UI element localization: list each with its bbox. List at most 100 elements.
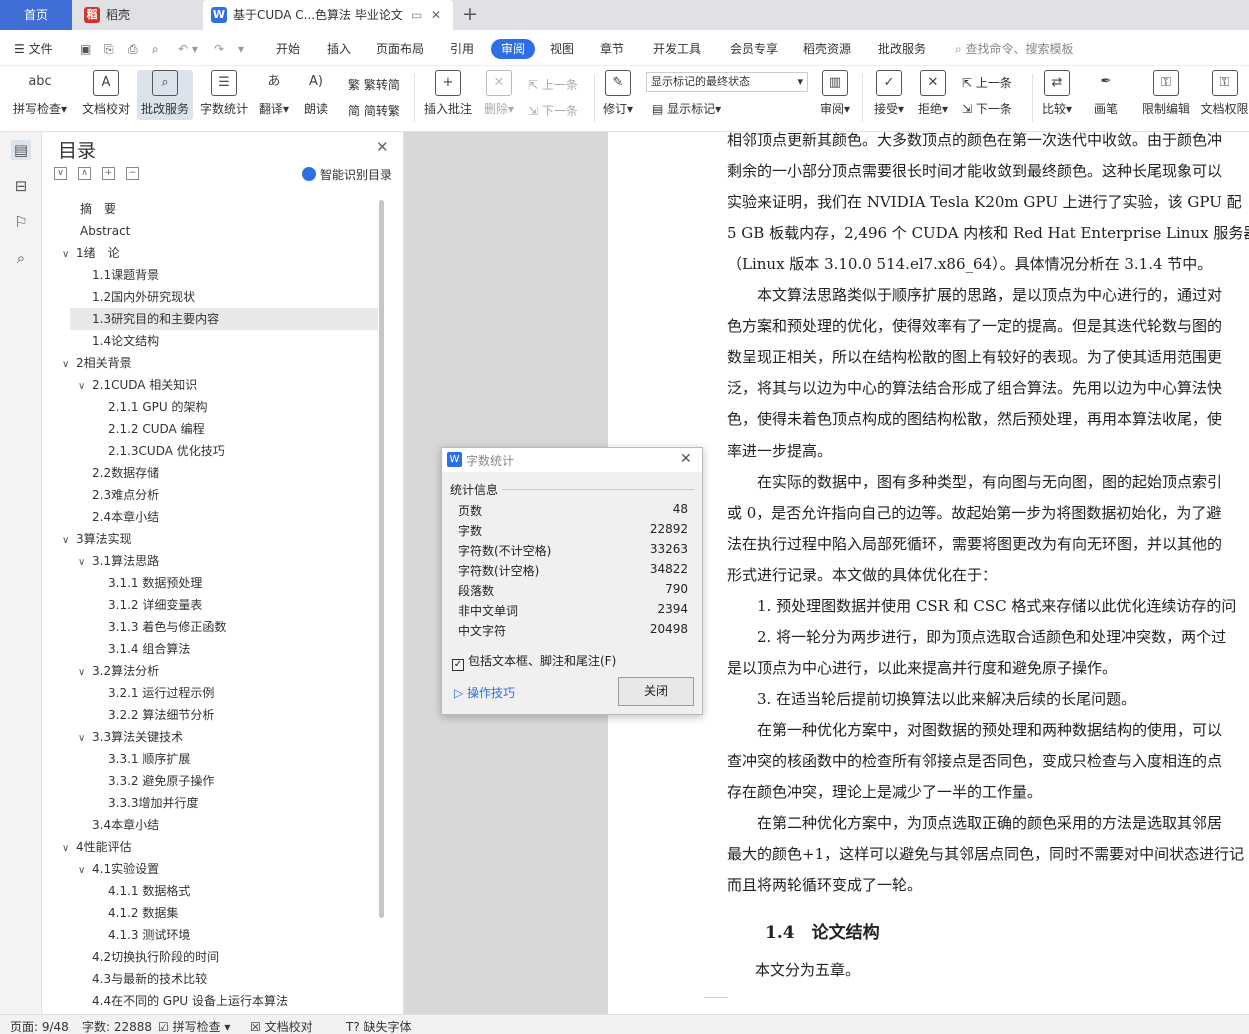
collapse-all-icon[interactable]: ∨ bbox=[54, 167, 67, 180]
chevron-down-icon[interactable]: ∨ bbox=[78, 552, 92, 574]
toc-item[interactable]: ∨ 4性能评估 bbox=[62, 836, 132, 858]
redo-icon[interactable]: ↷ bbox=[214, 39, 224, 59]
chevron-down-icon[interactable]: ∨ bbox=[78, 376, 92, 398]
export-pdf-icon[interactable]: ⎘ bbox=[104, 39, 114, 59]
toc-item[interactable]: 3.3.2 避免原子操作 bbox=[94, 770, 214, 792]
reject-button[interactable]: ✕ 拒绝▾ bbox=[914, 70, 952, 117]
toc-item[interactable]: 3.1.4 组合算法 bbox=[94, 638, 190, 660]
print-icon[interactable]: ⎙ bbox=[128, 39, 138, 59]
tab-document[interactable]: W 基于CUDA C...色算法 毕业论文 ▭ ✕ bbox=[203, 0, 453, 30]
word-count-indicator[interactable]: 字数: 22888 bbox=[82, 1018, 152, 1034]
toc-item[interactable]: 摘 要 bbox=[62, 198, 116, 220]
review-pane-button[interactable]: ▥ 审阅▾ bbox=[816, 70, 854, 117]
menu-insert[interactable]: 插入 bbox=[327, 39, 351, 59]
menu-chapter[interactable]: 章节 bbox=[600, 39, 624, 59]
toc-item[interactable]: 3.2.2 算法细节分析 bbox=[94, 704, 214, 726]
prev-comment-button[interactable]: ⇱ 上一条 bbox=[528, 76, 578, 93]
trad-to-simp-button[interactable]: 繁 繁转简 bbox=[348, 76, 400, 93]
include-textbox-checkbox[interactable]: ✓ 包括文本框、脚注和尾注(F) bbox=[452, 652, 616, 671]
toc-item[interactable]: 3.2.1 运行过程示例 bbox=[94, 682, 214, 704]
toc-item[interactable]: 2.4本章小结 bbox=[78, 506, 159, 528]
toc-item[interactable]: 3.1.3 着色与修正函数 bbox=[94, 616, 226, 638]
wordcount-button[interactable]: ☰ 字数统计 bbox=[198, 70, 250, 117]
menu-devtools[interactable]: 开发工具 bbox=[653, 39, 701, 59]
menu-correction[interactable]: 批改服务 bbox=[878, 39, 926, 59]
toc-scrollbar[interactable] bbox=[379, 200, 384, 918]
toc-item[interactable]: Abstract bbox=[62, 220, 130, 242]
chevron-down-icon[interactable]: ∨ bbox=[78, 860, 92, 882]
print-preview-icon[interactable]: ⌕ bbox=[152, 39, 159, 59]
delete-comment-button[interactable]: ✕ 删除▾ bbox=[480, 70, 518, 117]
bookmark-icon[interactable]: ⚐ bbox=[11, 212, 31, 232]
toc-item[interactable]: 3.3.3增加并行度 bbox=[94, 792, 199, 814]
toc-item[interactable]: ∨ 3.3算法关键技术 bbox=[78, 726, 183, 748]
markup-state-select[interactable]: 显示标记的最终状态 ▾ bbox=[646, 72, 808, 92]
toc-item[interactable]: ∨ 3.2算法分析 bbox=[78, 660, 159, 682]
pen-button[interactable]: ✒ 画笔 bbox=[1088, 70, 1124, 117]
chapter-nav-icon[interactable]: ⊟ bbox=[11, 176, 31, 196]
close-tab-icon[interactable]: ✕ bbox=[431, 0, 441, 30]
toc-item[interactable]: 4.1.1 数据格式 bbox=[94, 880, 190, 902]
close-icon[interactable]: ✕ bbox=[680, 451, 692, 467]
menu-reference[interactable]: 引用 bbox=[450, 39, 474, 59]
menu-member[interactable]: 会员专享 bbox=[730, 39, 778, 59]
toc-item[interactable]: 3.3.1 顺序扩展 bbox=[94, 748, 190, 770]
correction-service-button[interactable]: ⌕ 批改服务 bbox=[137, 70, 193, 120]
track-changes-button[interactable]: ✎ 修订▾ bbox=[600, 70, 636, 117]
save-icon[interactable]: ▣ bbox=[80, 39, 91, 59]
menu-daoke-resources[interactable]: 稻壳资源 bbox=[803, 39, 851, 59]
close-button[interactable]: 关闭 bbox=[618, 677, 694, 706]
chevron-down-icon[interactable]: ∨ bbox=[62, 838, 76, 860]
insert-comment-button[interactable]: + 插入批注 bbox=[422, 70, 474, 117]
menu-review[interactable]: 审阅 bbox=[491, 39, 536, 59]
monitor-icon[interactable]: ▭ bbox=[411, 0, 422, 30]
search-icon[interactable]: ⌕ bbox=[11, 248, 31, 268]
toc-item[interactable]: 1.1课题背景 bbox=[78, 264, 159, 286]
status-spellcheck[interactable]: ☑ 拼写检查 ▾ bbox=[158, 1018, 230, 1034]
next-comment-button[interactable]: ⇲ 下一条 bbox=[528, 102, 578, 119]
undo-icon[interactable]: ↶ ▾ bbox=[178, 39, 198, 59]
close-icon[interactable]: ✕ bbox=[376, 138, 389, 156]
chevron-down-icon[interactable]: ∨ bbox=[62, 530, 76, 552]
toc-item[interactable]: ∨ 4.1实验设置 bbox=[78, 858, 159, 880]
restrict-edit-button[interactable]: ⚿ 限制编辑 bbox=[1140, 70, 1192, 117]
menu-layout[interactable]: 页面布局 bbox=[376, 39, 424, 59]
menu-view[interactable]: 视图 bbox=[550, 39, 574, 59]
chevron-down-icon[interactable]: ∨ bbox=[78, 728, 92, 750]
next-change-button[interactable]: ⇲ 下一条 bbox=[962, 100, 1012, 117]
toc-item[interactable]: 4.2切换执行阶段的时间 bbox=[78, 946, 219, 968]
chevron-down-icon[interactable]: ∨ bbox=[62, 354, 76, 376]
toc-item[interactable]: 2.3难点分析 bbox=[78, 484, 159, 506]
read-aloud-button[interactable]: A) 朗读 bbox=[298, 70, 334, 117]
toc-item[interactable]: ∨ 3算法实现 bbox=[62, 528, 132, 550]
doc-permission-button[interactable]: ⚿ 文档权限 bbox=[1200, 70, 1249, 117]
status-doccheck[interactable]: ☒ 文档校对 bbox=[250, 1018, 313, 1034]
toc-item[interactable]: 2.1.1 GPU 的架构 bbox=[94, 396, 207, 418]
toc-item[interactable]: 3.1.2 详细变量表 bbox=[94, 594, 202, 616]
remove-heading-icon[interactable]: − bbox=[126, 167, 139, 180]
tab-home[interactable]: 首页 bbox=[0, 0, 72, 30]
spellcheck-button[interactable]: abc 拼写检查▾ bbox=[8, 70, 72, 117]
tips-link[interactable]: ▷ 操作技巧 bbox=[454, 684, 515, 701]
new-tab-button[interactable]: + bbox=[462, 3, 478, 25]
toc-item[interactable]: 2.1.3CUDA 优化技巧 bbox=[94, 440, 225, 462]
toc-item[interactable]: ∨ 2相关背景 bbox=[62, 352, 132, 374]
toc-item[interactable]: 2.1.2 CUDA 编程 bbox=[94, 418, 205, 440]
accept-button[interactable]: ✓ 接受▾ bbox=[870, 70, 908, 117]
status-missing-font[interactable]: T? 缺失字体 bbox=[346, 1018, 412, 1034]
toc-item[interactable]: 3.1.1 数据预处理 bbox=[94, 572, 202, 594]
toc-item[interactable]: ∨ 1绪 论 bbox=[62, 242, 120, 264]
chevron-down-icon[interactable]: ∨ bbox=[62, 244, 76, 266]
toc-item[interactable]: 1.4论文结构 bbox=[78, 330, 159, 352]
toc-item[interactable]: 4.3与最新的技术比较 bbox=[78, 968, 207, 990]
toc-item[interactable]: 4.4在不同的 GPU 设备上运行本算法 bbox=[78, 990, 288, 1012]
toc-item[interactable]: 3.4本章小结 bbox=[78, 814, 159, 836]
expand-up-icon[interactable]: ∧ bbox=[78, 167, 91, 180]
show-markup-button[interactable]: ▤ 显示标记▾ bbox=[652, 100, 721, 117]
page-indicator[interactable]: 页面: 9/48 bbox=[10, 1018, 69, 1034]
toc-item[interactable]: 1.3研究目的和主要内容 bbox=[70, 308, 378, 330]
file-menu[interactable]: ☰ 文件 bbox=[14, 39, 53, 59]
translate-button[interactable]: あ翻译▾ bbox=[254, 70, 294, 117]
compare-button[interactable]: ⇄ 比较▾ bbox=[1038, 70, 1076, 117]
prev-change-button[interactable]: ⇱ 上一条 bbox=[962, 74, 1012, 91]
